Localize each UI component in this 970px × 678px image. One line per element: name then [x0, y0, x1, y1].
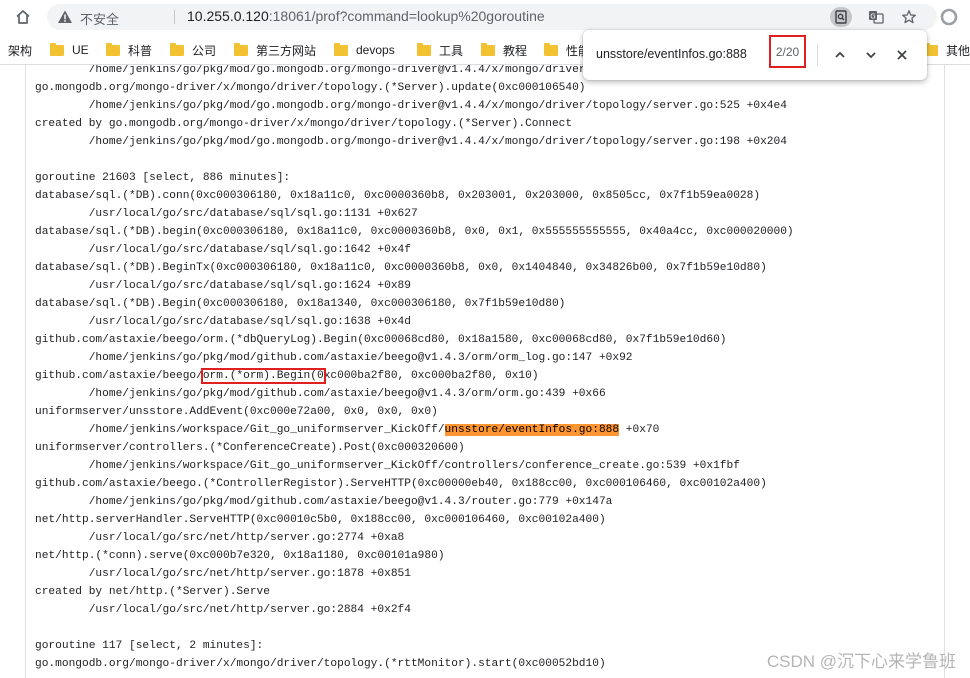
bookmark-label: 架构	[8, 43, 33, 58]
bookmark-label: 工具	[439, 43, 464, 58]
bookmark-label: UE	[72, 43, 89, 57]
trace-line: database/sql.(*DB).begin(0xc000306180, 0…	[35, 226, 794, 238]
trace-line: net/http.serverHandler.ServeHTTP(0xc0001…	[35, 514, 606, 526]
bookmark-label: 科普	[128, 43, 153, 58]
url-path: :18061/prof?command=lookup%20goroutine	[268, 8, 545, 24]
trace-line: net/http.(*conn).serve(0xc000b7e320, 0x1…	[35, 550, 445, 562]
annotation-box-orm-begin: orm.(*orm).Begin(0	[200, 368, 326, 384]
bookmark-folder-other[interactable]: 其他书	[924, 41, 970, 59]
trace-line: /usr/local/go/src/database/sql/sql.go:16…	[35, 280, 411, 292]
trace-line: created by net/http.(*Server).Serve	[35, 586, 270, 598]
trace-segment: xc000ba2f80, 0xc000ba2f80, 0x10)	[323, 370, 539, 382]
trace-line: /home/jenkins/go/pkg/mod/github.com/asta…	[35, 352, 633, 364]
bookmark-folder[interactable]: 科普	[106, 41, 152, 59]
address-bar[interactable]: 不安全 10.255.0.120:18061/prof?command=look…	[47, 4, 937, 30]
profile-icon[interactable]	[937, 5, 961, 29]
trace-line: /usr/local/go/src/database/sql/sql.go:16…	[35, 244, 411, 256]
url-host: 10.255.0.120	[187, 8, 269, 24]
trace-line: github.com/astaxie/beego/orm.(*dbQueryLo…	[35, 334, 727, 346]
find-input[interactable]: unsstore/eventInfos.go:888	[596, 47, 756, 61]
bookmark-item[interactable]: 架构	[8, 41, 32, 59]
find-match-count: 2/20	[769, 35, 806, 68]
trace-line: goroutine 21603 [select, 886 minutes]:	[35, 172, 291, 184]
translate-icon[interactable]: G	[865, 7, 887, 27]
star-icon[interactable]	[898, 7, 920, 27]
bookmark-folder[interactable]: 第三方网站	[234, 41, 316, 59]
svg-text:G: G	[870, 13, 875, 21]
trace-line: /usr/local/go/src/database/sql/sql.go:16…	[35, 316, 411, 328]
trace-line: uniformserver/unsstore.AddEvent(0xc000e7…	[35, 406, 438, 418]
bookmark-folder[interactable]: UE	[50, 41, 89, 59]
home-icon[interactable]	[11, 5, 35, 29]
folder-icon	[234, 42, 248, 56]
page-content: /home/jenkins/go/pkg/mod/go.mongodb.org/…	[0, 65, 970, 678]
trace-line: created by go.mongodb.org/mongo-driver/x…	[35, 118, 573, 130]
trace-line	[35, 151, 794, 169]
address-separator	[174, 10, 175, 24]
trace-line	[35, 619, 794, 637]
trace-line: /home/jenkins/workspace/Git_go_uniformse…	[35, 421, 794, 439]
csdn-watermark: CSDN @沉下心来学鲁班	[766, 652, 956, 671]
folder-icon	[106, 42, 120, 56]
trace-line: github.com/astaxie/beego/orm.(*orm).Begi…	[35, 367, 794, 385]
trace-line: go.mongodb.org/mongo-driver/x/mongo/driv…	[35, 658, 606, 670]
trace-line: github.com/astaxie/beego.(*ControllerReg…	[35, 478, 767, 490]
insecure-label[interactable]: 不安全	[80, 9, 119, 28]
chevron-down-icon[interactable]	[859, 43, 883, 67]
bookmark-label: 教程	[503, 43, 528, 58]
trace-line: /usr/local/go/src/database/sql/sql.go:11…	[35, 208, 418, 220]
find-bar: unsstore/eventInfos.go:888 2/20	[583, 30, 927, 80]
folder-icon	[170, 42, 184, 56]
folder-icon	[50, 42, 64, 56]
trace-line: /home/jenkins/go/pkg/mod/github.com/asta…	[35, 388, 606, 400]
chevron-up-icon[interactable]	[828, 43, 852, 67]
folder-icon	[544, 42, 558, 56]
trace-line: database/sql.(*DB).conn(0xc000306180, 0x…	[35, 190, 761, 202]
trace-line: uniformserver/controllers.(*ConferenceCr…	[35, 442, 465, 454]
folder-icon	[417, 42, 431, 56]
folder-icon	[334, 42, 348, 56]
bookmark-label: devops	[356, 43, 395, 57]
goroutine-trace: /home/jenkins/go/pkg/mod/go.mongodb.org/…	[35, 65, 794, 673]
trace-line: database/sql.(*DB).BeginTx(0xc000306180,…	[35, 262, 767, 274]
find-divider	[817, 44, 818, 66]
close-icon[interactable]	[890, 43, 914, 67]
trace-line: /usr/local/go/src/net/http/server.go:187…	[35, 568, 411, 580]
trace-line: go.mongodb.org/mongo-driver/x/mongo/driv…	[35, 82, 586, 94]
left-border	[25, 65, 26, 678]
browser-toolbar: 不安全 10.255.0.120:18061/prof?command=look…	[0, 0, 970, 34]
folder-icon	[481, 42, 495, 56]
find-match-highlight: unsstore/eventInfos.go:888	[444, 424, 620, 436]
bookmark-folder[interactable]: devops	[334, 41, 395, 59]
trace-line: /usr/local/go/src/net/http/server.go:288…	[35, 604, 411, 616]
trace-line: /usr/local/go/src/net/http/server.go:277…	[35, 532, 405, 544]
warning-icon[interactable]	[57, 9, 73, 25]
trace-line: /home/jenkins/go/pkg/mod/go.mongodb.org/…	[35, 136, 787, 148]
bookmark-folder[interactable]: 教程	[481, 41, 527, 59]
trace-segment: +0x70	[619, 424, 660, 436]
trace-line: goroutine 117 [select, 2 minutes]:	[35, 640, 264, 652]
bookmark-folder[interactable]: 公司	[170, 41, 216, 59]
trace-segment: github.com/astaxie/beego/	[35, 370, 203, 382]
trace-segment: /home/jenkins/workspace/Git_go_uniformse…	[35, 424, 445, 436]
find-in-page-icon[interactable]	[830, 7, 852, 27]
trace-line: /home/jenkins/workspace/Git_go_uniformse…	[35, 460, 740, 472]
trace-line: /home/jenkins/go/pkg/mod/github.com/asta…	[35, 496, 613, 508]
bookmark-label: 公司	[192, 43, 217, 58]
bookmark-label: 第三方网站	[256, 43, 317, 58]
bookmark-label: 其他书	[946, 43, 970, 58]
bookmark-folder[interactable]: 工具	[417, 41, 463, 59]
right-border	[944, 65, 945, 678]
trace-line: /home/jenkins/go/pkg/mod/go.mongodb.org/…	[35, 100, 787, 112]
url-text[interactable]: 10.255.0.120:18061/prof?command=lookup%2…	[187, 8, 545, 24]
trace-line: database/sql.(*DB).Begin(0xc000306180, 0…	[35, 298, 566, 310]
